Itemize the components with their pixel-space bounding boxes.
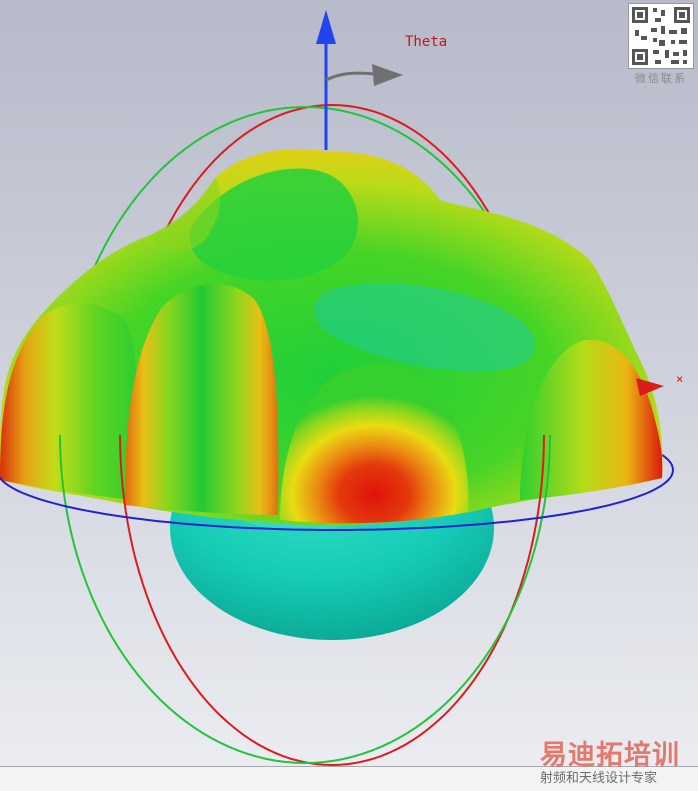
farfield-pattern-3d <box>0 10 674 767</box>
watermark-subtitle: 射频和天线设计专家 <box>540 771 658 786</box>
theta-axis-label: Theta <box>405 34 448 50</box>
pattern-upper-lobes <box>0 149 663 526</box>
theta-direction-arrow <box>325 64 403 86</box>
qr-code-image <box>628 3 694 69</box>
3d-pattern-viewport[interactable]: Theta × 微信联系 易迪拓培训 射频和天线设计专家 <box>0 0 698 791</box>
x-axis-label: × <box>676 372 684 386</box>
qr-caption: 微信联系 <box>635 72 687 85</box>
